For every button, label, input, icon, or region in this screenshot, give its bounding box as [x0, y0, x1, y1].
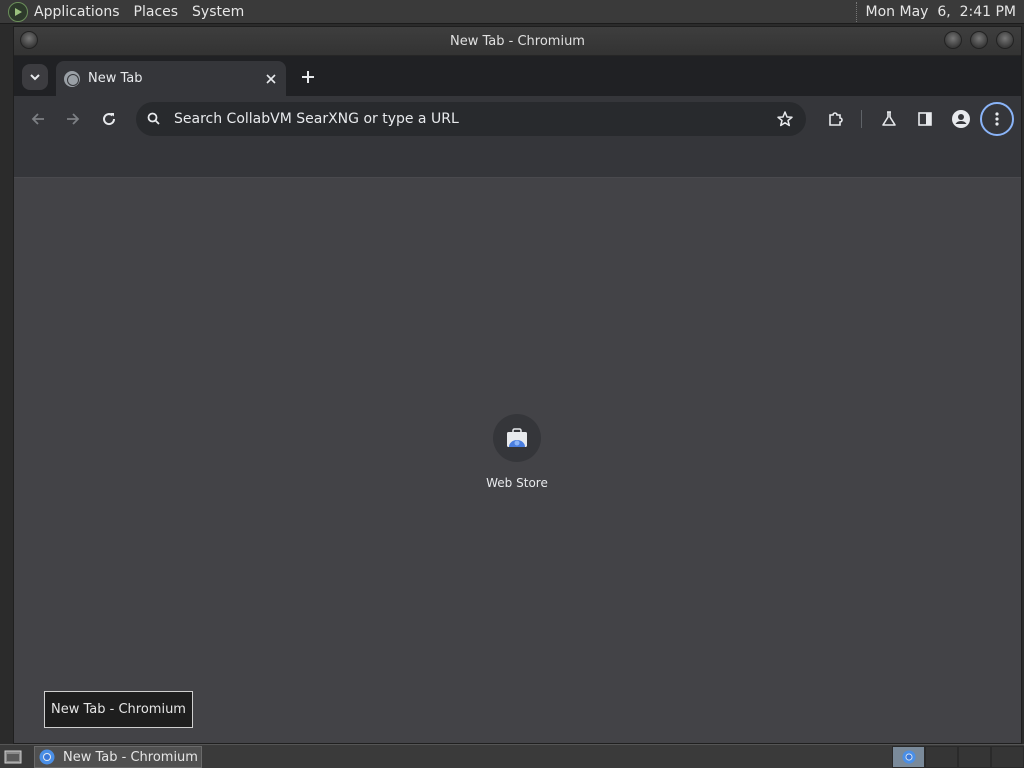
arrow-right-icon	[67, 113, 80, 125]
close-icon[interactable]	[262, 70, 280, 88]
arrow-left-icon	[31, 113, 44, 125]
new-tab-page: Web Store	[14, 178, 1021, 743]
avatar-icon	[952, 110, 970, 128]
forward-button[interactable]	[59, 105, 87, 133]
taskbar-window-label: New Tab - Chromium	[63, 749, 198, 765]
workspace-4[interactable]	[991, 746, 1024, 768]
search-icon	[147, 112, 160, 125]
shortcut-web-store[interactable]: Web Store	[477, 414, 557, 504]
omnibox[interactable]: Search CollabVM SearXNG or type a URL	[136, 102, 806, 136]
chromium-icon	[39, 749, 55, 765]
show-desktop-button[interactable]	[2, 747, 24, 767]
profile-button[interactable]	[947, 105, 975, 133]
window-titlebar[interactable]: New Tab - Chromium	[14, 27, 1021, 56]
minimize-button[interactable]	[944, 31, 962, 49]
tab-search-button[interactable]	[22, 64, 48, 90]
window-menu-button[interactable]	[20, 31, 38, 49]
more-vert-icon	[995, 112, 999, 126]
panel-separator	[855, 1, 858, 22]
menu-system[interactable]: System	[192, 4, 244, 20]
plus-icon	[302, 71, 314, 83]
new-tab-button[interactable]	[296, 65, 320, 89]
extensions-button[interactable]	[822, 105, 850, 133]
web-store-icon	[507, 428, 527, 447]
star-icon[interactable]	[776, 110, 794, 128]
chromium-icon	[901, 750, 916, 764]
window-title: New Tab - Chromium	[450, 33, 585, 49]
side-panel-button[interactable]	[911, 105, 939, 133]
bottom-taskbar: New Tab - Chromium	[0, 744, 1024, 768]
bookmarks-bar	[14, 142, 1021, 178]
shortcut-tile	[493, 414, 541, 462]
labs-button[interactable]	[875, 105, 903, 133]
clock[interactable]: Mon May 6, 2:41 PM	[866, 4, 1016, 20]
menu-applications[interactable]: Applications	[34, 4, 120, 20]
taskbar-window-button[interactable]: New Tab - Chromium	[34, 746, 202, 768]
chevron-down-icon	[30, 74, 40, 81]
tab-new-tab[interactable]: New Tab	[56, 61, 286, 96]
taskbar-tooltip: New Tab - Chromium	[44, 691, 193, 728]
workspace-3[interactable]	[958, 746, 991, 768]
workspace-switcher[interactable]	[892, 746, 1024, 768]
toolbar: Search CollabVM SearXNG or type a URL	[14, 96, 1021, 142]
shortcut-label: Web Store	[486, 476, 548, 490]
menu-places[interactable]: Places	[134, 4, 179, 20]
tab-strip: New Tab	[14, 56, 1021, 96]
back-button[interactable]	[24, 105, 52, 133]
reload-button[interactable]	[95, 105, 123, 133]
reload-icon	[103, 113, 116, 126]
close-window-button[interactable]	[996, 31, 1014, 49]
chrome-menu-button[interactable]	[980, 102, 1014, 136]
top-panel: Applications Places System Mon May 6, 2:…	[0, 0, 1024, 24]
distro-logo-icon[interactable]	[8, 1, 28, 22]
omnibox-placeholder: Search CollabVM SearXNG or type a URL	[174, 111, 459, 127]
tab-title: New Tab	[88, 71, 143, 86]
browser-window: New Tab - Chromium New Tab Search Collab…	[13, 26, 1022, 744]
workspace-1[interactable]	[892, 746, 925, 768]
desktop-icon	[4, 750, 22, 763]
maximize-button[interactable]	[970, 31, 988, 49]
side-panel-icon	[918, 112, 932, 126]
flask-icon	[882, 111, 896, 126]
workspace-2[interactable]	[925, 746, 958, 768]
puzzle-icon	[829, 112, 843, 126]
toolbar-divider	[861, 110, 862, 128]
globe-icon	[64, 70, 80, 87]
